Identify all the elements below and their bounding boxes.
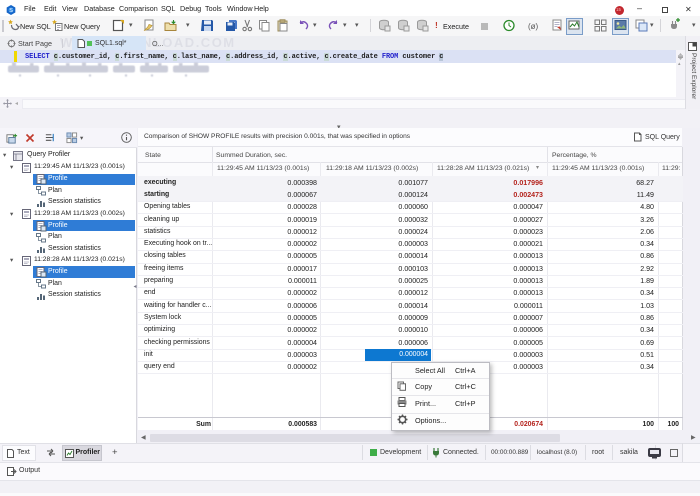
svg-text:(ø): (ø) — [528, 22, 539, 31]
svg-text:S: S — [9, 8, 13, 14]
